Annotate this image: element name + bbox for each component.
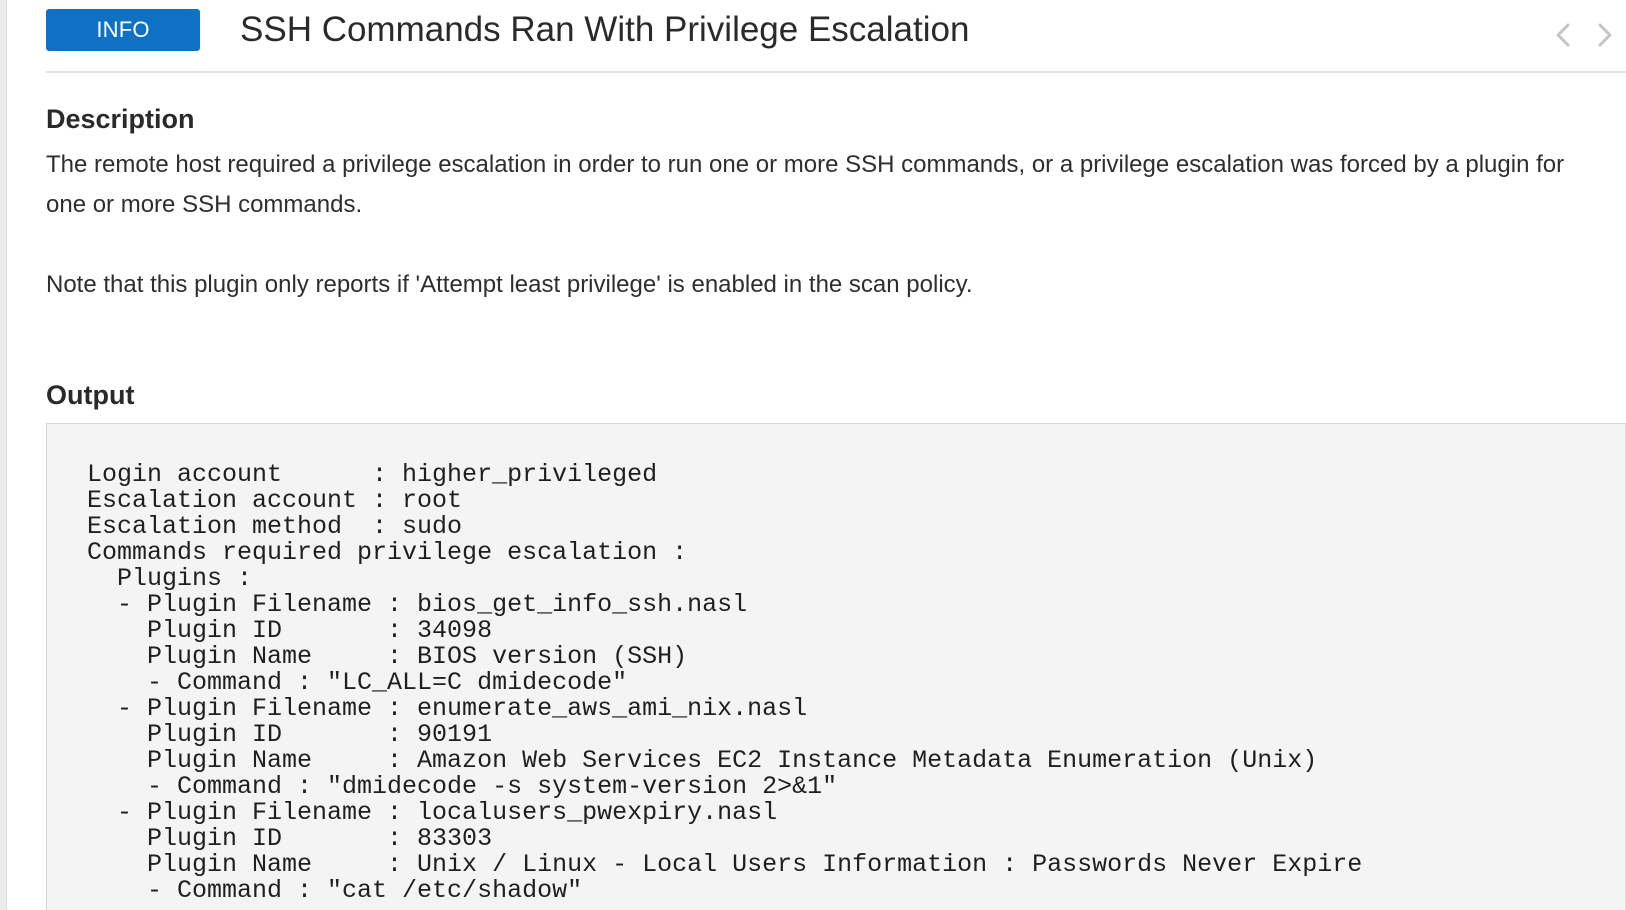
output-line: Escalation method : sudo <box>87 512 463 541</box>
chevron-right-icon <box>1598 23 1612 47</box>
description-note: Note that this plugin only reports if 'A… <box>46 271 973 298</box>
output-line: Plugin Name : Amazon Web Services EC2 In… <box>87 746 1318 775</box>
chevron-left-icon <box>1556 23 1570 47</box>
output-line: - Command : "LC_ALL=C dmidecode" <box>87 668 628 697</box>
output-line: Plugin ID : 90191 <box>87 720 493 749</box>
output-line: - Plugin Filename : enumerate_aws_ami_ni… <box>87 694 808 723</box>
output-line: Login account : higher_privileged <box>87 460 658 489</box>
output-panel: Login account : higher_privileged Escala… <box>46 423 1626 910</box>
output-line: Plugin Name : BIOS version (SSH) <box>87 642 688 671</box>
output-line: Plugins : <box>87 564 253 593</box>
output-line: - Command : "cat /etc/shadow" <box>87 876 583 905</box>
severity-badge: INFO <box>46 9 200 51</box>
output-line: Commands required privilege escalation : <box>87 538 688 567</box>
output-heading: Output <box>46 380 135 410</box>
output-text: Login account : higher_privileged Escala… <box>87 462 1362 904</box>
description-paragraph: The remote host required a privilege esc… <box>46 151 1565 218</box>
previous-plugin-button[interactable] <box>1550 18 1576 52</box>
description-heading: Description <box>46 104 195 134</box>
plugin-header: INFO SSH Commands Ran With Privilege Esc… <box>46 0 1626 73</box>
output-line: Escalation account : root <box>87 486 463 515</box>
output-line: - Plugin Filename : bios_get_info_ssh.na… <box>87 590 748 619</box>
output-line: Plugin Name : Unix / Linux - Local Users… <box>87 850 1363 879</box>
output-line: Plugin ID : 34098 <box>87 616 493 645</box>
left-border <box>0 0 7 910</box>
output-line: Plugin ID : 83303 <box>87 824 493 853</box>
output-line: - Plugin Filename : localusers_pwexpiry.… <box>87 798 778 827</box>
output-line: - Command : "dmidecode -s system-version… <box>87 772 838 801</box>
next-plugin-button[interactable] <box>1592 18 1618 52</box>
plugin-title: SSH Commands Ran With Privilege Escalati… <box>240 10 970 49</box>
